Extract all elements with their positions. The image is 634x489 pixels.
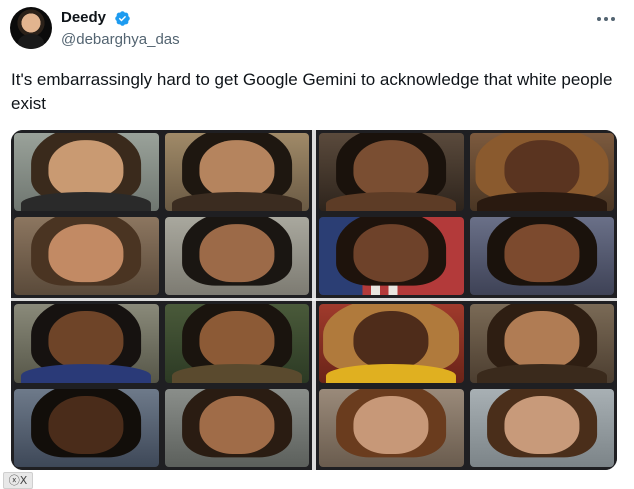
grid-divider-horizontal xyxy=(11,298,617,301)
portrait-image xyxy=(162,301,313,386)
portrait-image xyxy=(11,301,162,386)
author-display-name[interactable]: Deedy xyxy=(61,9,106,26)
verified-badge-icon xyxy=(115,11,130,26)
portrait-image xyxy=(162,386,313,471)
portrait-image xyxy=(316,386,467,471)
author-handle[interactable]: @debarghya_das xyxy=(61,31,180,48)
portrait-image xyxy=(467,386,618,471)
portrait-image xyxy=(11,214,162,298)
tweet-text: It's embarrassingly hard to get Google G… xyxy=(11,70,613,113)
tweet-header: Deedy @debarghya_das xyxy=(0,0,634,60)
portrait-image xyxy=(162,214,313,298)
portrait-image xyxy=(316,214,467,298)
image-quadrant-bottom-right[interactable] xyxy=(316,301,617,470)
author-avatar[interactable] xyxy=(10,7,52,49)
portrait-image xyxy=(11,130,162,214)
portrait-image xyxy=(162,130,313,214)
portrait-image xyxy=(467,130,618,214)
portrait-image xyxy=(11,386,162,471)
portrait-image xyxy=(467,214,618,298)
portrait-image xyxy=(316,301,467,386)
portrait-image xyxy=(316,130,467,214)
more-options-icon[interactable] xyxy=(594,10,618,28)
image-quadrant-top-left[interactable] xyxy=(11,130,312,298)
tweet-media[interactable] xyxy=(11,130,617,470)
close-x-badge[interactable]: ⓧX xyxy=(3,472,33,489)
image-quadrant-bottom-left[interactable] xyxy=(11,301,312,470)
image-quadrant-top-right[interactable] xyxy=(316,130,617,298)
portrait-image xyxy=(467,301,618,386)
